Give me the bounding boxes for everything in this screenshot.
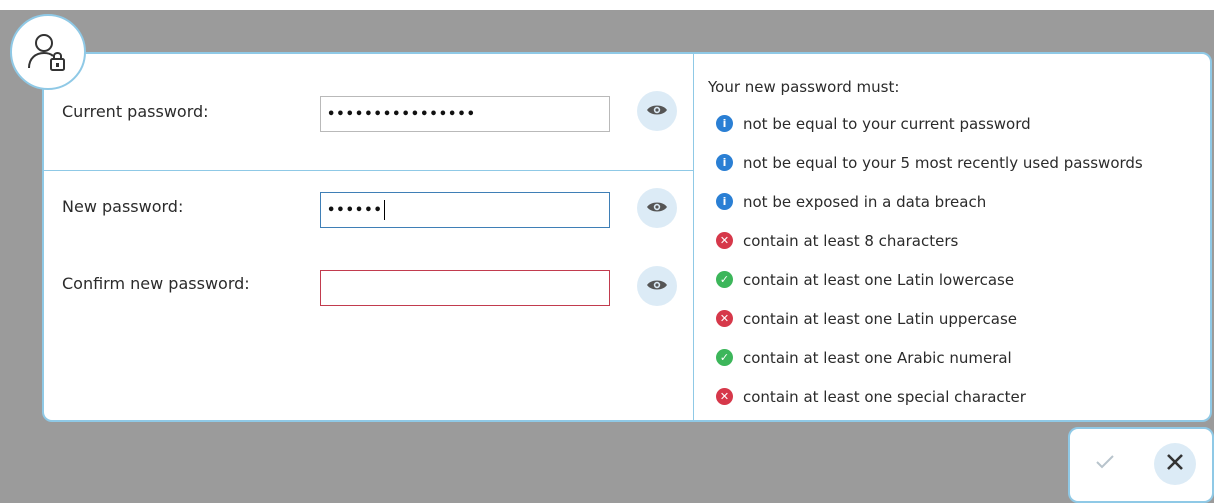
info-icon: i: [716, 193, 733, 210]
change-password-dialog: Current password: •••••••••••••••• New p…: [42, 52, 1212, 422]
requirement-text: not be equal to your current password: [743, 114, 1031, 133]
info-icon: i: [716, 115, 733, 132]
requirement-item: i not be equal to your 5 most recently u…: [716, 143, 1143, 182]
current-password-value: ••••••••••••••••: [327, 106, 476, 122]
dialog-actions: [1068, 427, 1214, 503]
requirement-text: contain at least one Latin uppercase: [743, 309, 1017, 328]
show-current-password-button[interactable]: [637, 91, 677, 131]
cancel-button[interactable]: [1154, 443, 1196, 485]
section-divider-horizontal: [44, 170, 693, 171]
new-password-value: ••••••: [327, 202, 383, 218]
text-caret: [383, 200, 385, 220]
error-icon: ✕: [716, 232, 733, 249]
success-icon: ✓: [716, 349, 733, 366]
requirements-list: i not be equal to your current password …: [716, 104, 1143, 416]
show-new-password-button[interactable]: [637, 188, 677, 228]
confirm-button[interactable]: [1084, 443, 1126, 485]
requirement-item: i not be exposed in a data breach: [716, 182, 1143, 221]
error-icon: ✕: [716, 388, 733, 405]
success-icon: ✓: [716, 271, 733, 288]
requirement-item: ✓ contain at least one Latin lowercase: [716, 260, 1143, 299]
requirement-item: i not be equal to your current password: [716, 104, 1143, 143]
eye-icon: [646, 199, 668, 218]
confirm-password-label: Confirm new password:: [62, 274, 250, 293]
requirement-item: ✕ contain at least one special character: [716, 377, 1143, 416]
requirement-item: ✓ contain at least one Arabic numeral: [716, 338, 1143, 377]
requirement-text: contain at least 8 characters: [743, 231, 959, 250]
eye-icon: [646, 102, 668, 121]
eye-icon: [646, 277, 668, 296]
requirement-text: contain at least one Latin lowercase: [743, 270, 1015, 289]
requirement-text: not be equal to your 5 most recently use…: [743, 153, 1143, 172]
requirement-text: contain at least one Arabic numeral: [743, 348, 1012, 367]
info-icon: i: [716, 154, 733, 171]
requirement-text: contain at least one special character: [743, 387, 1026, 406]
new-password-field[interactable]: ••••••: [320, 192, 610, 228]
requirement-item: ✕ contain at least 8 characters: [716, 221, 1143, 260]
current-password-label: Current password:: [62, 102, 209, 121]
requirements-title: Your new password must:: [708, 78, 900, 96]
top-strip: [0, 0, 1214, 10]
close-icon: [1165, 452, 1185, 476]
check-icon: [1095, 454, 1115, 474]
section-divider-vertical: [693, 54, 694, 420]
error-icon: ✕: [716, 310, 733, 327]
new-password-label: New password:: [62, 197, 184, 216]
requirement-text: not be exposed in a data breach: [743, 192, 987, 211]
user-lock-icon: [10, 14, 86, 90]
show-confirm-password-button[interactable]: [637, 266, 677, 306]
confirm-password-field[interactable]: [320, 270, 610, 306]
requirement-item: ✕ contain at least one Latin uppercase: [716, 299, 1143, 338]
current-password-field[interactable]: ••••••••••••••••: [320, 96, 610, 132]
